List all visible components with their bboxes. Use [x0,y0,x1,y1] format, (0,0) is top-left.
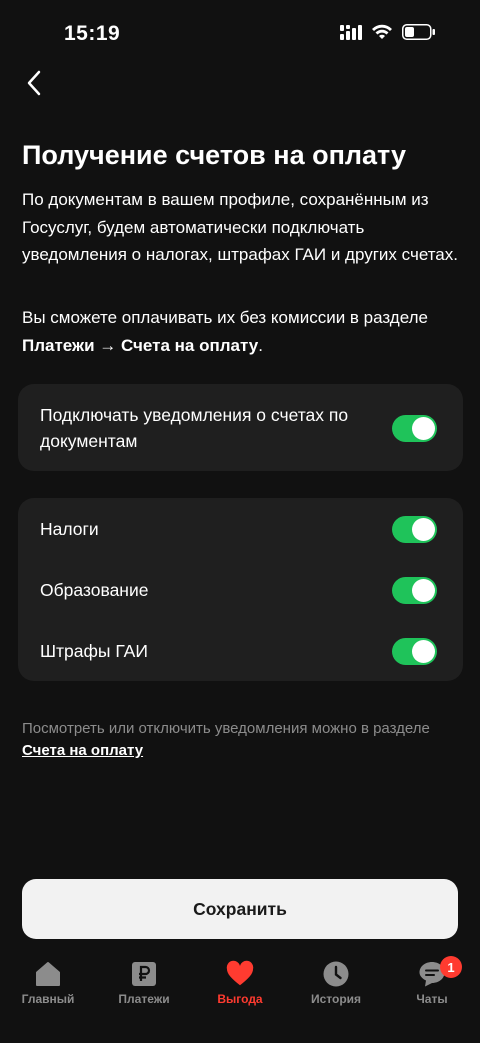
wifi-icon [371,24,393,45]
main-toggle-switch[interactable] [392,414,437,442]
category-label: Штрафы ГАИ [40,641,148,661]
cellular-signal-icon [340,24,362,45]
status-icons [340,24,436,45]
payment-info-prefix: Вы сможете оплачивать их без комиссии в … [22,308,428,327]
home-icon [34,960,62,988]
tab-chats[interactable]: 1 Чаты [384,948,480,1043]
tab-label: История [310,992,362,1006]
category-label: Налоги [40,519,99,539]
payment-info-suffix: . [258,335,263,355]
tab-payments[interactable]: Платежи [96,948,192,1043]
tab-benefits[interactable]: Выгода [192,948,288,1043]
category-label: Образование [40,580,149,600]
category-row-education[interactable]: Образование [18,576,463,604]
footnote: Посмотреть или отключить уведомления мож… [22,718,462,762]
taxes-toggle-switch[interactable] [392,515,437,543]
heart-icon [226,960,254,988]
tab-label: Чаты [416,992,448,1006]
status-time: 15:19 [64,22,121,45]
ruble-icon [130,960,158,988]
chevron-left-icon [26,70,42,101]
tab-label: Платежи [118,992,170,1006]
category-row-taxes[interactable]: Налоги [18,515,463,543]
tab-bar: Главный Платежи Выгода История 1 Чаты [0,948,480,1043]
category-row-traffic-fines[interactable]: Штрафы ГАИ [18,637,463,665]
tab-home[interactable]: Главный [0,948,96,1043]
back-button[interactable] [18,68,50,102]
battery-icon [402,24,436,45]
page-title: Получение счетов на оплату [22,140,406,170]
education-toggle-switch[interactable] [392,576,437,604]
main-toggle-card: Подключать уведомления о счетах по докум… [18,384,463,471]
status-bar: 15:19 [0,0,480,70]
save-button[interactable]: Сохранить [22,879,458,939]
payment-info: Вы сможете оплачивать их без комиссии в … [22,304,462,359]
unread-badge: 1 [440,956,462,978]
tab-history[interactable]: История [288,948,384,1043]
main-toggle-row[interactable]: Подключать уведомления о счетах по докум… [18,402,463,454]
clock-icon [322,960,350,988]
payment-info-path: Платежи → Счета на оплату [22,335,259,355]
tab-label: Выгода [217,992,263,1006]
page-description: По документам в вашем профиле, сохранённ… [22,190,458,264]
tab-label: Главный [21,992,75,1006]
bills-link[interactable]: Счета на оплату [22,742,143,759]
traffic-fines-toggle-switch[interactable] [392,637,437,665]
categories-card: Налоги Образование Штрафы ГАИ [18,498,463,681]
footnote-text: Посмотреть или отключить уведомления мож… [22,720,430,737]
main-toggle-label: Подключать уведомления о счетах по докум… [40,405,349,451]
